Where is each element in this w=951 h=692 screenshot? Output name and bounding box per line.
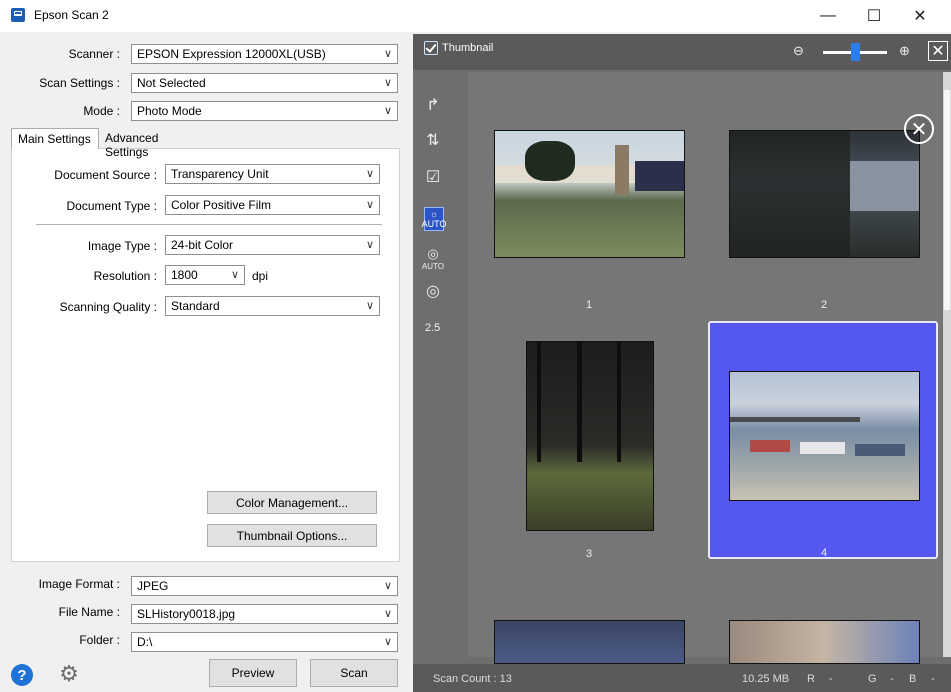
- close-preview-button[interactable]: ✕: [928, 41, 948, 61]
- green-value: -: [890, 673, 894, 685]
- zoom-in-icon[interactable]: ⊕: [899, 43, 910, 59]
- thumbnail-label: Thumbnail: [442, 42, 494, 54]
- mode-select[interactable]: Photo Mode ∨: [131, 101, 398, 121]
- chevron-down-icon: ∨: [383, 636, 392, 648]
- thumbnail-number: 2: [821, 299, 828, 311]
- red-value: -: [829, 673, 833, 685]
- red-label: R: [807, 673, 815, 685]
- tab-main-settings[interactable]: Main Settings: [11, 128, 99, 149]
- chevron-down-icon: ∨: [365, 168, 374, 180]
- chevron-down-icon: ∨: [365, 239, 374, 251]
- green-label: G: [868, 673, 877, 685]
- scan-settings-label: Scan Settings :: [39, 76, 120, 90]
- close-icon: ✕: [910, 118, 928, 141]
- zoom-slider-handle[interactable]: [851, 43, 860, 61]
- help-icon[interactable]: ?: [11, 664, 33, 686]
- close-thumbnail-button[interactable]: ✕: [904, 114, 934, 144]
- image-format-select[interactable]: JPEG ∨: [131, 576, 398, 596]
- color-management-button[interactable]: Color Management...: [207, 491, 377, 514]
- select-all-icon[interactable]: ☑: [421, 166, 445, 188]
- chevron-down-icon: ∨: [365, 300, 374, 312]
- image-type-select[interactable]: 24-bit Color ∨: [165, 235, 380, 255]
- image-format-value: JPEG: [137, 579, 169, 593]
- close-window-button[interactable]: ✕: [897, 0, 943, 32]
- minimize-button[interactable]: —: [805, 0, 851, 32]
- folder-select[interactable]: D:\ ∨: [131, 632, 398, 652]
- document-type-label: Document Type :: [66, 199, 158, 213]
- thumbnail-image[interactable]: [494, 620, 685, 664]
- scanning-quality-label: Scanning Quality :: [59, 300, 157, 314]
- auto-color-label: AUTO: [421, 261, 445, 271]
- thumbnail-image[interactable]: [729, 371, 920, 501]
- scrollbar-thumb[interactable]: [944, 90, 950, 310]
- thumbnail-checkbox[interactable]: [424, 41, 438, 55]
- auto-exposure-label: AUTO: [421, 219, 447, 229]
- folder-value: D:\: [137, 635, 153, 649]
- thumbnail-number: 1: [586, 299, 593, 311]
- rotate-icon[interactable]: ↱: [421, 94, 445, 116]
- document-type-value: Color Positive Film: [171, 198, 272, 212]
- chevron-down-icon: ∨: [383, 580, 392, 592]
- thumbnail-image[interactable]: [729, 620, 920, 664]
- scanner-label: Scanner :: [68, 47, 120, 61]
- scanner-value: EPSON Expression 12000XL(USB): [137, 47, 326, 61]
- scan-settings-select[interactable]: Not Selected ∨: [131, 73, 398, 93]
- section-divider: [36, 224, 382, 225]
- chevron-down-icon: ∨: [383, 105, 392, 117]
- preview-button[interactable]: Preview: [209, 659, 297, 687]
- resolution-unit: dpi: [252, 269, 269, 283]
- tab-advanced-settings[interactable]: Advanced Settings: [99, 128, 209, 159]
- resolution-value: 1800: [171, 268, 198, 282]
- thumbnail-number: 4: [821, 547, 828, 559]
- mode-value: Photo Mode: [137, 104, 202, 118]
- document-type-select[interactable]: Color Positive Film ∨: [165, 195, 380, 215]
- scan-settings-value: Not Selected: [137, 76, 206, 90]
- thumbnail-image[interactable]: [526, 341, 654, 531]
- image-type-label: Image Type :: [87, 239, 157, 253]
- scanning-quality-select[interactable]: Standard ∨: [165, 296, 380, 316]
- chevron-down-icon: ∨: [383, 48, 392, 60]
- chevron-down-icon: ∨: [230, 269, 239, 281]
- blue-value: -: [931, 673, 935, 685]
- sidebar-zoom-text: 2.5: [425, 322, 441, 334]
- document-source-value: Transparency Unit: [171, 167, 269, 181]
- maximize-button[interactable]: ☐: [851, 0, 897, 32]
- mirror-icon[interactable]: ⇅: [421, 129, 445, 151]
- zoom-out-icon[interactable]: ⊖: [793, 43, 804, 59]
- reset-icon[interactable]: ◎: [421, 280, 445, 302]
- auto-exposure-icon[interactable]: ☼ AUTO: [421, 207, 447, 231]
- scan-button[interactable]: Scan: [310, 659, 398, 687]
- status-bar: Scan Count : 13 10.25 MB R - G - B -: [413, 664, 951, 692]
- blue-label: B: [909, 673, 917, 685]
- gear-icon[interactable]: ⚙: [58, 661, 80, 686]
- thumbnail-options-button[interactable]: Thumbnail Options...: [207, 524, 377, 547]
- chevron-down-icon: ∨: [365, 199, 374, 211]
- document-source-select[interactable]: Transparency Unit ∨: [165, 164, 380, 184]
- image-type-value: 24-bit Color: [171, 238, 234, 252]
- file-size: 10.25 MB: [742, 673, 790, 685]
- thumbnail-image[interactable]: [729, 130, 920, 258]
- thumbnail-image[interactable]: [494, 130, 685, 258]
- chevron-down-icon: ∨: [383, 608, 392, 620]
- mode-label: Mode :: [83, 104, 120, 118]
- scan-count: Scan Count : 13: [433, 673, 512, 685]
- file-name-label: File Name :: [58, 605, 120, 619]
- sun-icon: ☼: [429, 209, 439, 219]
- scanning-quality-value: Standard: [171, 299, 220, 313]
- image-format-label: Image Format :: [38, 577, 120, 591]
- file-name-value: SLHistory0018.jpg: [137, 607, 236, 621]
- window-title: Epson Scan 2: [34, 8, 109, 22]
- resolution-select[interactable]: 1800 ∨: [165, 265, 245, 285]
- thumbnail-number: 3: [586, 548, 593, 560]
- camera-icon: ◎: [427, 245, 439, 261]
- app-icon: [11, 8, 25, 22]
- resolution-label: Resolution :: [93, 269, 157, 283]
- folder-label: Folder :: [79, 633, 120, 647]
- chevron-down-icon: ∨: [383, 77, 392, 89]
- file-name-select[interactable]: SLHistory0018.jpg ∨: [131, 604, 398, 624]
- close-icon: ✕: [931, 43, 945, 60]
- scanner-select[interactable]: EPSON Expression 12000XL(USB) ∨: [131, 44, 398, 64]
- auto-color-icon[interactable]: ◎ AUTO: [421, 245, 445, 271]
- document-source-label: Document Source :: [54, 168, 157, 182]
